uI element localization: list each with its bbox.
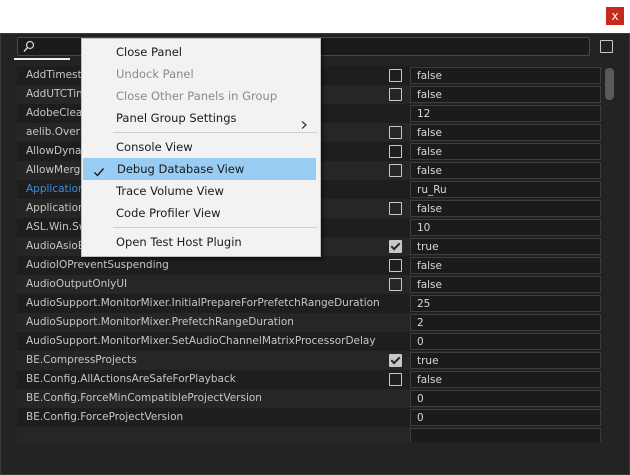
setting-value-field[interactable]: false <box>410 276 601 293</box>
setting-key: Application <box>26 202 85 214</box>
table-row[interactable]: AudioIOPreventSuspending false <box>17 256 601 275</box>
menu-item-open-test-host-plugin[interactable]: Open Test Host Plugin <box>82 231 318 253</box>
menu-item-label: Code Profiler View <box>116 206 221 220</box>
table-row[interactable]: BE.Config.ForceProjectVersion 0 <box>17 408 601 427</box>
menu-separator <box>113 227 317 228</box>
setting-key: AddUTCTim <box>26 88 87 100</box>
setting-value-field[interactable]: false <box>410 124 601 141</box>
setting-key: AudioSupport.MonitorMixer.PrefetchRangeD… <box>26 316 294 328</box>
setting-value-field[interactable]: true <box>410 238 601 255</box>
menu-item-label: Open Test Host Plugin <box>116 235 242 249</box>
table-row[interactable]: AudioSupport.MonitorMixer.InitialPrepare… <box>17 294 601 313</box>
menu-item-panel-group-settings[interactable]: Panel Group Settings <box>82 107 318 129</box>
setting-key: AllowDyna <box>26 145 82 157</box>
chevron-right-icon <box>300 114 308 129</box>
setting-value-field[interactable]: 0 <box>410 409 601 426</box>
setting-key: BE.Config.ForceProjectVersion <box>26 411 184 423</box>
menu-item-console-view[interactable]: Console View <box>82 136 318 158</box>
menu-item-label: Debug Database View <box>117 162 245 176</box>
menu-item-label: Panel Group Settings <box>116 111 237 125</box>
setting-checkbox[interactable] <box>389 88 402 101</box>
setting-value-field[interactable]: 2 <box>410 314 601 331</box>
scrollbar-thumb[interactable] <box>605 68 614 100</box>
window-titlebar: x <box>0 0 630 33</box>
table-row[interactable]: BE.CompressProjects true <box>17 351 601 370</box>
setting-key: AddTimesta <box>26 69 89 81</box>
menu-item-trace-volume-view[interactable]: Trace Volume View <box>82 180 318 202</box>
table-row[interactable]: AudioSupport.MonitorMixer.PrefetchRangeD… <box>17 313 601 332</box>
setting-checkbox[interactable] <box>389 240 402 253</box>
setting-value-field[interactable]: false <box>410 67 601 84</box>
setting-checkbox[interactable] <box>389 69 402 82</box>
setting-checkbox[interactable] <box>389 145 402 158</box>
setting-key: BE.Config.AllActionsAreSafeForPlayback <box>26 373 236 385</box>
menu-item-undock-panel: Undock Panel <box>82 63 318 85</box>
setting-key: AudioSupport.MonitorMixer.SetAudioChanne… <box>26 335 376 347</box>
menu-item-label: Trace Volume View <box>116 184 224 198</box>
setting-key: aelib.OverB <box>26 126 88 138</box>
menu-item-debug-database-view[interactable]: Debug Database View <box>83 158 316 180</box>
setting-checkbox[interactable] <box>389 126 402 139</box>
setting-checkbox[interactable] <box>389 373 402 386</box>
setting-key: AdobeClea <box>26 107 83 119</box>
setting-value-field[interactable]: false <box>410 200 601 217</box>
setting-checkbox[interactable] <box>389 202 402 215</box>
setting-value-field[interactable]: false <box>410 143 601 160</box>
menu-item-label: Console View <box>116 140 193 154</box>
menu-separator <box>113 132 317 133</box>
setting-value-field[interactable]: false <box>410 257 601 274</box>
panel-context-menu: Close Panel Undock Panel Close Other Panel… <box>81 38 321 257</box>
search-options-checkbox[interactable] <box>600 40 613 53</box>
table-row[interactable]: AudioOutputOnlyUI false <box>17 275 601 294</box>
setting-key: AllowMerg <box>26 164 81 176</box>
setting-checkbox[interactable] <box>389 354 402 367</box>
table-row[interactable]: AudioSupport.MonitorMixer.SetAudioChanne… <box>17 332 601 351</box>
setting-key: AudioIOPreventSuspending <box>26 259 169 271</box>
setting-key: BE.Config.ForceMinCompatibleProjectVersi… <box>26 392 262 404</box>
setting-value-field[interactable]: 0 <box>410 390 601 407</box>
menu-item-close-other-panels: Close Other Panels in Group <box>82 85 318 107</box>
menu-item-close-panel[interactable]: Close Panel <box>82 41 318 63</box>
setting-key: AudioOutputOnlyUI <box>26 278 128 290</box>
setting-key[interactable]: Application <box>26 180 85 199</box>
table-row[interactable]: BE.Config.AllActionsAreSafeForPlayback fa… <box>17 370 601 389</box>
setting-value-field[interactable]: 12 <box>410 105 601 122</box>
table-row[interactable] <box>17 427 601 442</box>
menu-item-label: Close Panel <box>116 45 183 59</box>
setting-checkbox[interactable] <box>389 278 402 291</box>
setting-checkbox[interactable] <box>389 259 402 272</box>
setting-value-field[interactable]: ru_Ru <box>410 181 601 198</box>
search-icon <box>23 39 35 53</box>
menu-item-label: Close Other Panels in Group <box>116 89 278 103</box>
window-close-button[interactable]: x <box>606 7 624 25</box>
setting-checkbox[interactable] <box>389 164 402 177</box>
menu-item-code-profiler-view[interactable]: Code Profiler View <box>82 202 318 224</box>
setting-value-field[interactable]: 0 <box>410 333 601 350</box>
setting-value-field[interactable]: false <box>410 371 601 388</box>
setting-value-field[interactable]: false <box>410 162 601 179</box>
scrollbar[interactable] <box>605 66 614 442</box>
menu-item-label: Undock Panel <box>116 67 194 81</box>
checkmark-icon <box>93 163 105 177</box>
setting-value-field[interactable]: true <box>410 352 601 369</box>
setting-value-field[interactable]: 25 <box>410 295 601 312</box>
setting-value-field[interactable]: 10 <box>410 219 601 236</box>
table-row[interactable]: BE.Config.ForceMinCompatibleProjectVersi… <box>17 389 601 408</box>
setting-key: BE.CompressProjects <box>26 354 137 366</box>
setting-value-field[interactable] <box>410 428 601 442</box>
setting-key: AudioSupport.MonitorMixer.InitialPrepare… <box>26 297 380 309</box>
setting-value-field[interactable]: false <box>410 86 601 103</box>
